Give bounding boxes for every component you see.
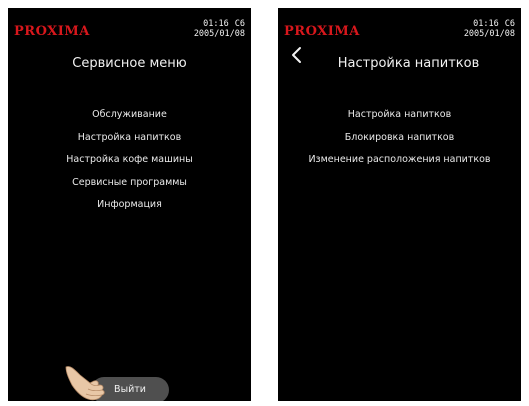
- drink-settings-menu-list: Настройка напитков Блокировка напитков И…: [278, 104, 521, 172]
- menu-item-service-programs[interactable]: Сервисные программы: [8, 172, 251, 195]
- menu-item-drink-lock[interactable]: Блокировка напитков: [278, 127, 521, 150]
- status-code: C6: [504, 19, 515, 29]
- status-time: 01:16: [473, 19, 499, 29]
- drink-settings-screen: PROXIMA 01:16 C6 2005/01/08 Настройка нап…: [278, 8, 521, 401]
- menu-item-maintenance[interactable]: Обслуживание: [8, 104, 251, 127]
- status-date: 2005/01/08: [193, 29, 245, 39]
- status-date: 2005/01/08: [463, 29, 515, 39]
- hand-pointer-icon: [65, 366, 105, 401]
- service-menu-list: Обслуживание Настройка напитков Настройк…: [8, 104, 251, 217]
- service-menu-screen: PROXIMA 01:16 C6 2005/01/08 Сервисное мен…: [8, 8, 251, 401]
- status-time: 01:16: [203, 19, 229, 29]
- page-title: Настройка напитков: [337, 56, 480, 71]
- status-panel: 01:16 C6 2005/01/08: [464, 19, 515, 39]
- brand-logo: PROXIMA: [14, 24, 90, 39]
- menu-item-drink-layout[interactable]: Изменение расположения напитков: [278, 149, 521, 172]
- menu-item-drink-settings[interactable]: Настройка напитков: [8, 127, 251, 150]
- menu-item-coffee-machine-settings[interactable]: Настройка кофе машины: [8, 149, 251, 172]
- menu-item-drink-settings[interactable]: Настройка напитков: [278, 104, 521, 127]
- page-title: Сервисное меню: [72, 56, 187, 71]
- brand-logo: PROXIMA: [284, 24, 360, 39]
- status-code: C6: [234, 19, 245, 29]
- status-panel: 01:16 C6 2005/01/08: [194, 19, 245, 39]
- menu-item-information[interactable]: Информация: [8, 194, 251, 217]
